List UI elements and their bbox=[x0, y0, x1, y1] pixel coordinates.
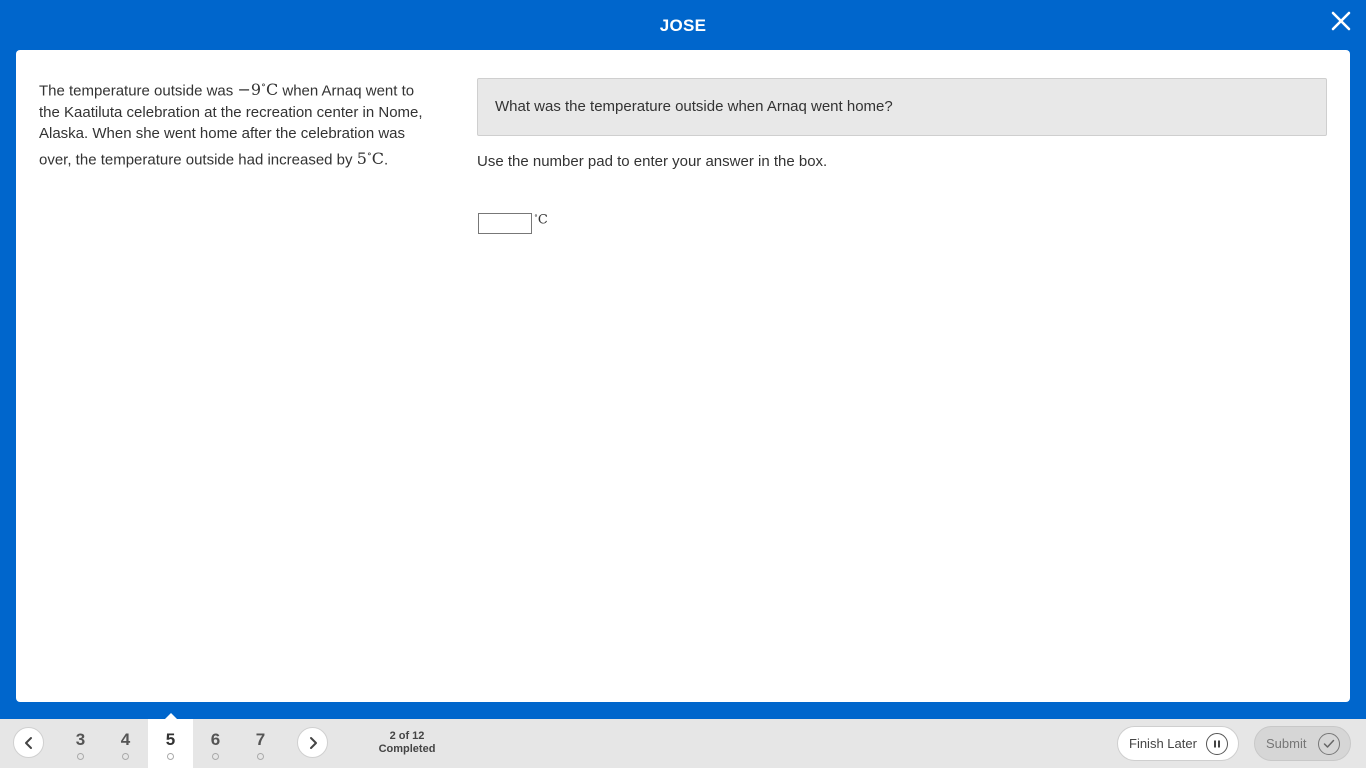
math-degree: ∘ bbox=[366, 148, 372, 160]
stimulus-text-1: The temperature outside was bbox=[39, 82, 238, 100]
question-status-dot bbox=[122, 753, 129, 760]
question-status-dot bbox=[167, 753, 174, 760]
pause-icon bbox=[1206, 733, 1228, 755]
question-tab-number: 5 bbox=[165, 730, 176, 749]
check-icon bbox=[1318, 733, 1340, 755]
question-card: The temperature outside was −9∘C when Ar… bbox=[16, 50, 1350, 702]
answer-unit: ∘C bbox=[534, 211, 548, 227]
question-tab-6[interactable]: 6 bbox=[193, 719, 238, 768]
submit-button[interactable]: Submit bbox=[1254, 726, 1351, 761]
progress-count: 2 of 12 bbox=[389, 730, 425, 742]
math-temperature-start: −9∘C bbox=[237, 80, 278, 99]
math-unit: C bbox=[265, 80, 279, 100]
chevron-right-icon bbox=[309, 736, 317, 749]
answer-instruction: Use the number pad to enter your answer … bbox=[477, 153, 828, 170]
question-tab-number: 4 bbox=[120, 730, 131, 749]
chevron-left-icon bbox=[24, 736, 32, 749]
math-value: −9 bbox=[237, 80, 262, 100]
question-tab-number: 3 bbox=[75, 730, 86, 749]
submit-label: Submit bbox=[1266, 736, 1307, 751]
question-navigation-bar: 3 4 5 6 7 2 of 12 Completed Finish Later bbox=[0, 713, 1366, 768]
close-icon bbox=[1331, 11, 1351, 31]
question-tab-3[interactable]: 3 bbox=[58, 719, 103, 768]
progress-indicator: 2 of 12 Completed bbox=[372, 730, 442, 756]
question-tab-5[interactable]: 5 bbox=[148, 713, 193, 768]
math-unit: C bbox=[371, 149, 385, 169]
progress-label: Completed bbox=[378, 743, 436, 755]
answer-input[interactable] bbox=[478, 213, 532, 234]
math-degree: ∘ bbox=[261, 80, 266, 91]
question-tab-4[interactable]: 4 bbox=[103, 719, 148, 768]
math-temperature-increase: 5∘C bbox=[357, 149, 384, 168]
finish-later-label: Finish Later bbox=[1129, 736, 1197, 751]
question-tab-number: 7 bbox=[255, 730, 266, 749]
question-status-dot bbox=[257, 753, 264, 760]
question-prompt-box: What was the temperature outside when Ar… bbox=[477, 78, 1327, 136]
stimulus-passage: The temperature outside was −9∘C when Ar… bbox=[39, 76, 439, 171]
stimulus-text-3: . bbox=[384, 151, 389, 169]
next-question-button[interactable] bbox=[297, 727, 328, 758]
question-status-dot bbox=[77, 753, 84, 760]
finish-later-button[interactable]: Finish Later bbox=[1117, 726, 1239, 761]
previous-question-button[interactable] bbox=[13, 727, 44, 758]
question-status-dot bbox=[212, 753, 219, 760]
question-tab-7[interactable]: 7 bbox=[238, 719, 283, 768]
close-button[interactable] bbox=[1330, 10, 1352, 32]
student-name: JOSE bbox=[659, 16, 707, 35]
header-bar: JOSE bbox=[0, 0, 1366, 50]
math-value: 5 bbox=[356, 149, 367, 169]
answer-row: ∘C bbox=[478, 211, 548, 234]
question-prompt: What was the temperature outside when Ar… bbox=[495, 98, 893, 115]
question-tab-number: 6 bbox=[210, 730, 221, 749]
unit-letter: C bbox=[537, 212, 548, 228]
